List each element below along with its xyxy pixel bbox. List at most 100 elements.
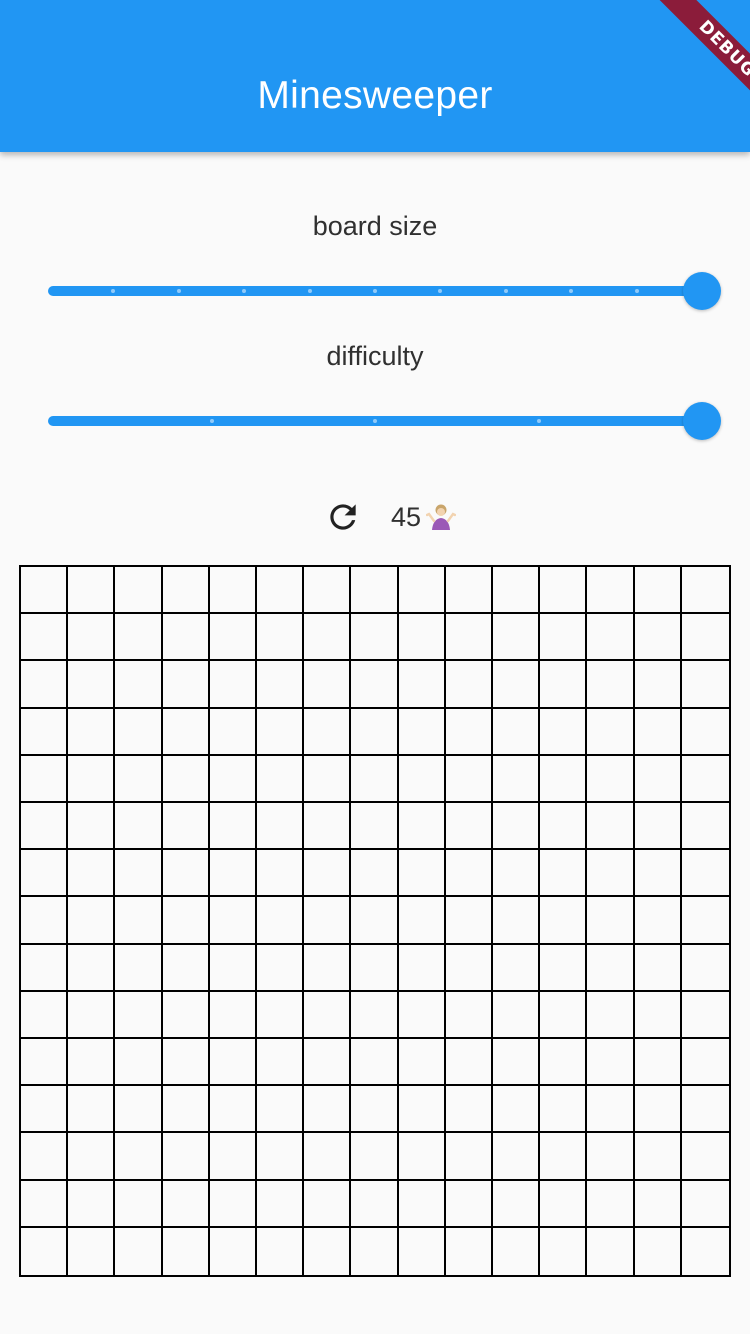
board-cell[interactable] [540,992,587,1039]
board-cell[interactable] [587,897,635,945]
board-cell[interactable] [163,992,210,1039]
board-cell[interactable] [493,1181,540,1228]
board-cell[interactable] [21,1086,68,1133]
board-cell[interactable] [115,1228,163,1275]
board-cell[interactable] [399,992,446,1039]
board-cell[interactable] [68,850,115,897]
board-cell[interactable] [446,567,493,614]
board-cell[interactable] [540,614,587,661]
board-cell[interactable] [682,1228,729,1275]
board-cell[interactable] [635,945,682,992]
board-cell[interactable] [163,661,210,709]
board-cell[interactable] [210,567,257,614]
board-cell[interactable] [115,850,163,897]
difficulty-slider-thumb[interactable] [683,402,721,440]
board-cell[interactable] [68,709,115,756]
board-cell[interactable] [115,614,163,661]
board-cell[interactable] [257,1086,304,1133]
board-cell[interactable] [446,756,493,803]
board-cell[interactable] [540,1133,587,1181]
board-cell[interactable] [257,756,304,803]
board-cell[interactable] [399,709,446,756]
board-cell[interactable] [351,756,399,803]
board-cell[interactable] [493,803,540,850]
board-cell[interactable] [68,661,115,709]
board-cell[interactable] [210,1039,257,1086]
board-cell[interactable] [257,1133,304,1181]
board-cell[interactable] [304,756,351,803]
board-cell[interactable] [21,1181,68,1228]
board-cell[interactable] [682,567,729,614]
board-cell[interactable] [115,661,163,709]
board-cell[interactable] [304,850,351,897]
board-cell[interactable] [351,567,399,614]
board-cell[interactable] [399,1133,446,1181]
board-cell[interactable] [446,945,493,992]
board-cell[interactable] [163,850,210,897]
board-cell[interactable] [115,897,163,945]
refresh-icon[interactable] [324,498,362,536]
board-cell[interactable] [68,992,115,1039]
board-cell[interactable] [351,850,399,897]
board-cell[interactable] [399,945,446,992]
board-cell[interactable] [682,992,729,1039]
board-cell[interactable] [304,897,351,945]
board-cell[interactable] [163,567,210,614]
board-cell[interactable] [682,1039,729,1086]
board-cell[interactable] [115,945,163,992]
board-cell[interactable] [446,614,493,661]
board-cell[interactable] [399,756,446,803]
board-cell[interactable] [587,1133,635,1181]
board-cell[interactable] [399,1039,446,1086]
board-size-slider-thumb[interactable] [683,272,721,310]
board-cell[interactable] [210,756,257,803]
board-cell[interactable] [304,614,351,661]
board-cell[interactable] [163,756,210,803]
board-cell[interactable] [399,1228,446,1275]
board-cell[interactable] [493,897,540,945]
board-cell[interactable] [304,1133,351,1181]
board-cell[interactable] [68,1039,115,1086]
board-cell[interactable] [587,1181,635,1228]
board-cell[interactable] [493,756,540,803]
board-cell[interactable] [399,897,446,945]
board-cell[interactable] [210,661,257,709]
board-cell[interactable] [635,1181,682,1228]
board-cell[interactable] [540,850,587,897]
board-cell[interactable] [446,1228,493,1275]
board-cell[interactable] [21,897,68,945]
board-cell[interactable] [304,945,351,992]
board-cell[interactable] [351,1181,399,1228]
board-cell[interactable] [446,1039,493,1086]
board-cell[interactable] [21,803,68,850]
board-cell[interactable] [257,1039,304,1086]
board-cell[interactable] [540,1039,587,1086]
board-cell[interactable] [493,992,540,1039]
board-cell[interactable] [493,709,540,756]
board-cell[interactable] [399,614,446,661]
board-cell[interactable] [446,1133,493,1181]
board-cell[interactable] [446,803,493,850]
board-cell[interactable] [210,614,257,661]
board-cell[interactable] [68,1181,115,1228]
board-cell[interactable] [399,1086,446,1133]
board-cell[interactable] [257,614,304,661]
board-cell[interactable] [587,1086,635,1133]
board-cell[interactable] [21,614,68,661]
board-cell[interactable] [493,614,540,661]
board-cell[interactable] [210,897,257,945]
board-cell[interactable] [446,850,493,897]
board-cell[interactable] [635,756,682,803]
board-cell[interactable] [682,709,729,756]
board-cell[interactable] [115,992,163,1039]
board-cell[interactable] [587,1228,635,1275]
board-cell[interactable] [21,1228,68,1275]
board-cell[interactable] [257,1228,304,1275]
board-cell[interactable] [21,567,68,614]
board-cell[interactable] [304,1228,351,1275]
board-cell[interactable] [257,992,304,1039]
board-cell[interactable] [399,1181,446,1228]
board-cell[interactable] [399,850,446,897]
board-cell[interactable] [540,709,587,756]
board-cell[interactable] [257,850,304,897]
